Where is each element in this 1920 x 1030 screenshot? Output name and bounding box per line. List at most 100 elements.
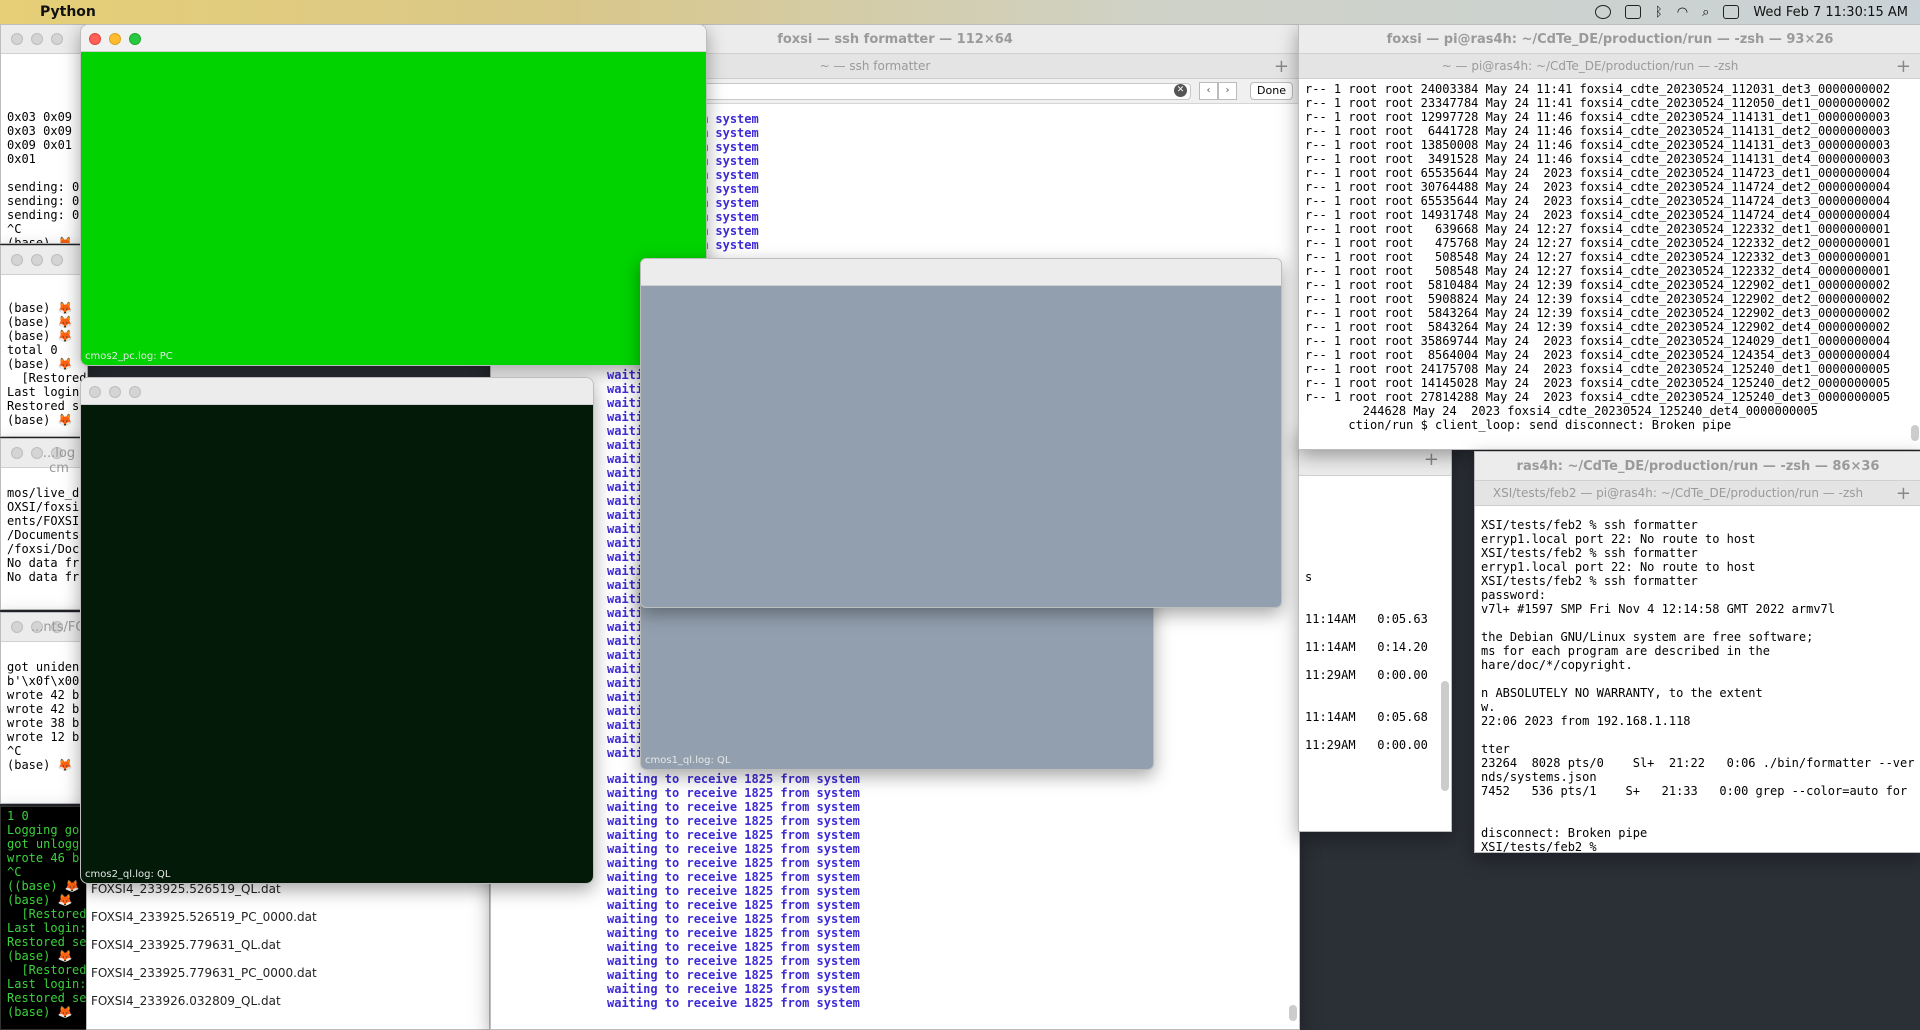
titlebar[interactable] [81,25,706,52]
minimize-icon[interactable] [31,33,43,45]
terminal-line: mos/live_de [7,486,87,500]
close-icon[interactable] [89,386,101,398]
terminal-output[interactable]: got unident b'\x0f\x00\ wrote 42 by wrote 4… [1,642,87,774]
process-list-window[interactable]: + s 11:14AM 0:05.63 11:14AM 0:14.20 11:2… [1298,430,1452,832]
terminal-line: waiting to receive 1825 from system [607,968,860,982]
titlebar[interactable]: ...nts/FOX [1,613,87,642]
new-tab-button[interactable]: + [1896,483,1911,504]
terminal-line: waiting to receive 1825 from system [607,940,860,954]
terminal-output-bottom[interactable]: waiting to receive 1825 from system waiti… [607,772,860,1010]
terminal-line: b'\x0f\x00\ [7,674,87,688]
previous-match-button[interactable]: ‹ [1199,82,1218,100]
terminal-line: r-- 1 root root 5843264 May 24 12:39 fox… [1305,306,1891,320]
terminal-line: tter [1481,742,1510,756]
terminal-line: r-- 1 root root 13850008 May 24 11:46 fo… [1305,138,1891,152]
zoom-icon[interactable] [51,33,63,45]
terminal-output[interactable]: (base) 🦊 (base) 🦊 (base) 🦊 total 0 (base) 🦊 … [1,275,87,429]
terminal-line: Last login: [7,977,87,991]
tab-pi-ras4h[interactable]: ~ — pi@ras4h: ~/CdTe_DE/production/run —… [1299,59,1881,73]
terminal-line: r-- 1 root root 30764488 May 24 2023 fox… [1305,180,1891,194]
ls-terminal-window[interactable]: foxsi — pi@ras4h: ~/CdTe_DE/production/r… [1298,24,1920,450]
terminal-output-middle[interactable]: waiti waiti waiti waiti waiti waiti waiti waiti… [607,368,643,760]
zoom-icon[interactable] [129,33,141,45]
file-list-item[interactable]: FOXSI4_233925.526519_PC_0000.dat [91,907,489,935]
search-icon[interactable]: ⌕ [1702,5,1709,20]
plot-canvas-gray[interactable] [641,286,1281,607]
close-icon[interactable] [11,621,23,633]
terminal-line: waiting to receive 1825 from system [607,842,860,856]
control-center-icon[interactable] [1723,5,1740,19]
titlebar[interactable]: foxsi — pi@ras4h: ~/CdTe_DE/production/r… [1299,25,1920,54]
sync-icon[interactable] [1594,5,1611,19]
plot-canvas-pc[interactable]: cmos2_pc.log: PC [81,52,706,365]
scrollbar[interactable] [1441,681,1449,791]
minimize-icon[interactable] [31,254,43,266]
file-list-window[interactable]: FOXSI4_233925.526519_QL.dat FOXSI4_233925… [86,870,490,1030]
new-tab-button[interactable]: + [1274,56,1289,77]
terminal-window-left-4[interactable]: ...nts/FOX got unident b'\x0f\x00\ wrote 4… [0,612,88,804]
terminal-line: waiti [607,438,644,452]
titlebar[interactable] [1,25,87,54]
app-name[interactable]: Python [40,4,96,20]
terminal-window-left-2[interactable]: (base) 🦊 (base) 🦊 (base) 🦊 total 0 (base) 🦊 … [0,245,88,437]
terminal-line: disconnect: Broken pipe [1481,826,1648,840]
tab-feb2[interactable]: XSI/tests/feb2 — pi@ras4h: ~/CdTe_DE/pro… [1475,486,1881,500]
terminal-output[interactable]: XSI/tests/feb2 % ssh formatter erryp1.loc… [1475,506,1920,852]
terminal-output[interactable]: 0x03 0x09 0 0x03 0x09 0 0x09 0x01 0x01 send… [1,54,87,243]
file-list[interactable]: FOXSI4_233925.526519_QL.dat FOXSI4_233925… [87,871,489,1019]
terminal-line: waiti [607,508,644,522]
terminal-line: 0x09 0x01 [7,138,73,152]
terminal-output[interactable]: 1 0 Logging got got unlogge wrote 46 by ^C((… [1,807,87,1021]
zoom-icon[interactable] [129,386,141,398]
terminal-line: waiti [607,550,644,564]
plot-window-gray[interactable] [640,258,1282,608]
file-list-item[interactable]: FOXSI4_233926.032809_QL.dat [91,991,489,1019]
terminal-line: nds/systems.json [1481,770,1597,784]
find-done-button[interactable]: Done [1250,82,1293,100]
titlebar[interactable]: ras4h: ~/CdTe_DE/production/run — -zsh —… [1475,452,1920,481]
scrollbar[interactable] [1911,425,1919,441]
plot-canvas-ql2[interactable]: cmos2_ql.log: QL [81,405,593,883]
terminal-line: sending: 0x [7,208,87,222]
close-icon[interactable] [89,33,101,45]
minimize-icon[interactable] [109,386,121,398]
clock[interactable]: Wed Feb 7 11:30:15 AM [1753,5,1908,20]
minimize-icon[interactable] [109,33,121,45]
titlebar[interactable] [1,246,87,275]
close-icon[interactable] [11,447,23,459]
terminal-output[interactable]: s 11:14AM 0:05.63 11:14AM 0:14.20 11:29A… [1299,476,1451,754]
terminal-line: Logging got [7,823,87,837]
terminal-window-left-1[interactable]: 0x03 0x09 0 0x03 0x09 0 0x09 0x01 0x01 send… [0,24,88,244]
new-tab-button[interactable]: + [1896,56,1911,77]
plot-window-cmos2-ql[interactable]: cmos2_ql.log: QL [80,377,594,884]
terminal-line: eive 1825 from system [607,238,759,252]
wifi-icon[interactable]: ◠ [1677,5,1688,20]
terminal-output[interactable]: r-- 1 root root 24003384 May 24 11:41 fo… [1299,79,1920,434]
file-list-item[interactable]: FOXSI4_233925.779631_QL.dat [91,935,489,963]
titlebar[interactable] [641,259,1281,286]
terminal-window-left-5[interactable]: 1 0 Logging got got unlogge wrote 46 by ^C((… [0,806,88,1030]
clear-search-icon[interactable]: ✕ [1174,84,1187,97]
zoom-icon[interactable] [51,254,63,266]
next-match-button[interactable]: › [1218,82,1237,100]
plot-window-cmos2-pc[interactable]: cmos2_pc.log: PC [80,24,707,366]
scrollbar[interactable] [1289,1005,1297,1021]
new-tab-button[interactable]: + [1424,449,1439,470]
close-icon[interactable] [11,33,23,45]
titlebar[interactable]: ...log cm [1,439,87,476]
titlebar[interactable] [81,378,593,405]
terminal-line: 22:06 2023 from 192.168.1.118 [1481,714,1691,728]
bluetooth-icon[interactable]: ᛒ [1655,5,1663,20]
ssh-terminal-window[interactable]: ras4h: ~/CdTe_DE/production/run — -zsh —… [1474,451,1920,853]
terminal-output[interactable]: mos/live_de OXSI/foxsi-ents/FOXSI//Docume… [1,468,87,586]
file-list-item[interactable]: FOXSI4_233925.779631_PC_0000.dat [91,963,489,991]
terminal-window-left-3[interactable]: ...log cm mos/live_de OXSI/foxsi-ents/FOX… [0,438,88,610]
close-icon[interactable] [11,254,23,266]
window-icon[interactable] [1624,5,1641,19]
terminal-line: (base) 🦊 [7,758,73,772]
terminal-line: wrote 42 by [7,688,87,702]
terminal-line: waiti [607,662,644,676]
